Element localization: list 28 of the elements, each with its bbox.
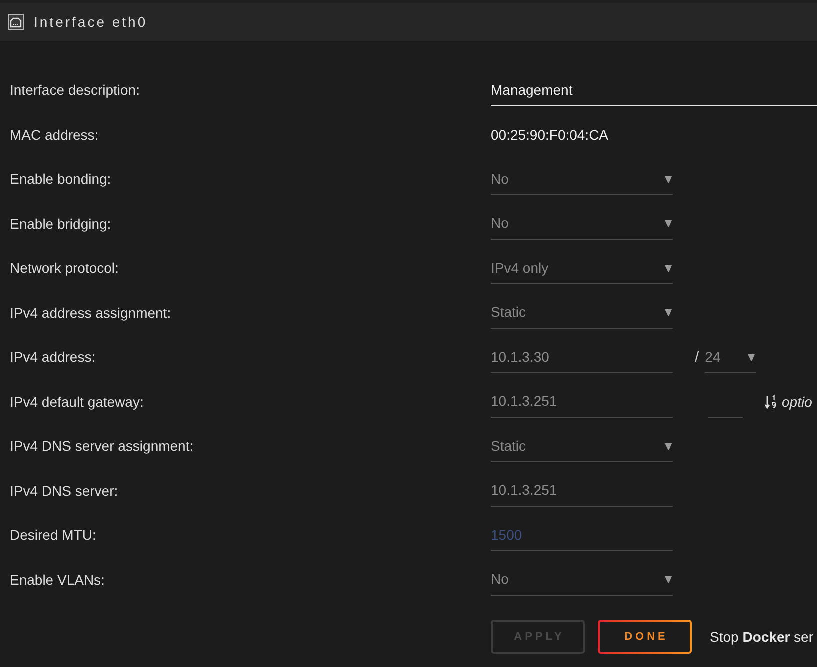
text-input-field[interactable]: Management — [491, 74, 817, 106]
ethernet-port-icon — [8, 14, 24, 30]
field-label: Enable VLANs: — [10, 572, 105, 588]
field-label: Enable bonding: — [10, 171, 112, 188]
action-button[interactable]: DONE — [598, 620, 692, 654]
field-value: 00:25:90:F0:04:CA — [491, 126, 609, 143]
caret-icon — [748, 354, 756, 361]
window-title: Interface eth0 — [34, 14, 148, 30]
field-label: Desired MTU: — [10, 527, 96, 544]
caret-icon — [665, 264, 672, 272]
caret-icon — [665, 309, 672, 316]
caret-icon — [665, 576, 672, 584]
sort-icon — [765, 394, 777, 409]
optional-hint: optio — [782, 394, 812, 410]
field-label: IPv4 DNS server assignment: — [10, 438, 194, 454]
caret-icon — [665, 220, 672, 228]
status-message: Stop Docker ser — [710, 629, 814, 645]
caret-icon — [665, 176, 672, 183]
field-label: IPv4 default gateway: — [10, 394, 144, 410]
field-label: Enable bridging: — [10, 216, 112, 232]
prefix-separator: / — [695, 348, 700, 366]
field-label: Network protocol: — [10, 260, 119, 276]
field-label: IPv4 address: — [10, 349, 96, 366]
caret-icon — [665, 442, 672, 450]
field-label: IPv4 DNS server: — [10, 482, 118, 499]
field-label: IPv4 address assignment: — [10, 304, 172, 321]
field-label: Interface description: — [10, 82, 140, 98]
field-label: MAC address: — [10, 126, 99, 143]
